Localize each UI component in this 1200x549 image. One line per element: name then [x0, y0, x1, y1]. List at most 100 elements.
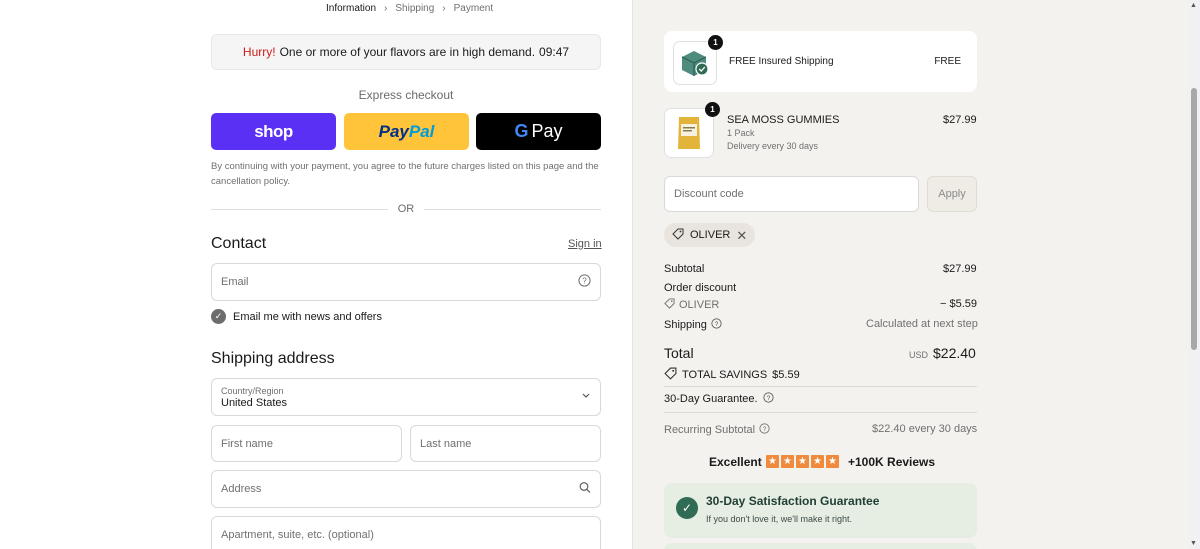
total-savings-row: TOTAL SAVINGS $5.59 — [664, 367, 800, 383]
tag-icon — [664, 367, 677, 383]
urgency-timer: 09:47 — [539, 45, 570, 59]
paypal-button[interactable]: Pay Pal — [344, 113, 469, 150]
satisfaction-title: 30-Day Satisfaction Guarantee — [706, 494, 880, 508]
payment-policy-text: By continuing with your payment, you agr… — [211, 161, 599, 187]
tag-icon — [664, 298, 675, 312]
shipping-box-icon — [681, 51, 709, 76]
discount-code-text: OLIVER — [679, 299, 720, 311]
help-circle-icon[interactable]: ? — [759, 423, 770, 437]
google-pay-button[interactable]: G Pay — [476, 113, 601, 150]
help-circle-icon[interactable]: ? — [711, 318, 722, 332]
currency-label: USD — [909, 350, 929, 360]
star-icon: ★ — [796, 455, 809, 468]
order-discount-label: Order discount — [664, 282, 737, 294]
scrollbar-thumb[interactable] — [1191, 88, 1197, 350]
gummies-pouch-icon — [678, 117, 700, 149]
star-icon: ★ — [811, 455, 824, 468]
discount-code-placeholder: Discount code — [674, 188, 744, 200]
shipping-label: Shipping — [664, 319, 707, 331]
recurring-row: Recurring Subtotal ? — [664, 423, 770, 437]
product-name: SEA MOSS GUMMIES — [727, 114, 840, 126]
subtotal-value: $27.99 — [943, 263, 977, 275]
savings-label: TOTAL SAVINGS — [682, 369, 768, 381]
svg-text:?: ? — [714, 321, 718, 328]
scroll-down-icon[interactable]: ▼ — [1190, 540, 1197, 547]
express-checkout-label: Express checkout — [358, 88, 454, 102]
country-select[interactable]: Country/Region United States — [211, 378, 601, 416]
chevron-right-icon: › — [442, 3, 446, 14]
star-icon: ★ — [781, 455, 794, 468]
svg-text:?: ? — [582, 276, 587, 285]
first-name-field[interactable]: First name — [211, 425, 402, 462]
apply-label: Apply — [938, 188, 966, 200]
quantity-badge: 1 — [708, 35, 723, 50]
first-name-placeholder: First name — [221, 437, 273, 450]
scroll-up-icon[interactable]: ▲ — [1190, 2, 1197, 9]
address-field[interactable]: Address — [211, 470, 601, 508]
breadcrumb-payment: Payment — [453, 3, 494, 14]
breadcrumb-information[interactable]: Information — [326, 3, 376, 14]
newsletter-checkbox-row[interactable]: ✓ Email me with news and offers — [211, 309, 382, 324]
product-delivery: Delivery every 30 days — [727, 141, 819, 151]
shipping-value: Calculated at next step — [866, 318, 978, 330]
applied-discount-chip: OLIVER ✕ — [664, 223, 756, 247]
breadcrumb-shipping: Shipping — [395, 3, 435, 14]
apply-discount-button[interactable]: Apply — [927, 176, 977, 212]
breadcrumb: Information › Shipping › Payment — [326, 3, 493, 14]
guarantee-label: 30-Day Guarantee. — [664, 393, 758, 405]
subtotal-label: Subtotal — [664, 263, 705, 275]
search-icon — [579, 482, 591, 497]
svg-text:?: ? — [766, 395, 770, 402]
shipping-item-price: FREE — [934, 56, 961, 67]
discount-code-input[interactable]: Discount code — [664, 176, 919, 212]
urgency-banner: Hurry! One or more of your flavors are i… — [211, 34, 601, 70]
shipping-item-name: FREE Insured Shipping — [729, 56, 834, 67]
quantity-badge: 1 — [705, 102, 720, 117]
recurring-label: Recurring Subtotal — [664, 424, 756, 436]
product-price: $27.99 — [943, 114, 977, 126]
sign-in-link[interactable]: Sign in — [568, 238, 602, 250]
discount-value: − $5.59 — [940, 298, 978, 310]
country-value: United States — [221, 396, 288, 409]
savings-value: $5.59 — [772, 369, 800, 381]
chevron-right-icon: › — [384, 3, 388, 14]
total-value: $22.40 — [933, 345, 976, 361]
close-icon[interactable]: ✕ — [736, 229, 747, 242]
shipping-row: Shipping ? — [664, 318, 722, 332]
applied-code-label: OLIVER — [690, 229, 731, 241]
help-circle-icon[interactable]: ? — [578, 274, 591, 290]
last-name-field[interactable]: Last name — [410, 425, 601, 462]
discount-code-row: OLIVER — [664, 298, 719, 312]
total-label: Total — [664, 345, 694, 361]
country-label: Country/Region — [221, 385, 284, 396]
email-field[interactable]: Email ? — [211, 263, 601, 301]
reviews-excellent: Excellent — [709, 455, 762, 469]
tag-icon — [672, 228, 684, 243]
shipping-item-card: 1 FREE Insured Shipping FREE — [664, 31, 977, 92]
divider-line — [664, 386, 977, 387]
divider-line — [424, 208, 601, 210]
apartment-placeholder: Apartment, suite, etc. (optional) — [221, 529, 374, 541]
star-icon: ★ — [826, 455, 839, 468]
divider-line — [664, 412, 977, 413]
divider-line — [211, 208, 388, 210]
svg-text:?: ? — [763, 426, 767, 433]
checkbox-checked-icon[interactable]: ✓ — [211, 309, 226, 324]
newsletter-label: Email me with news and offers — [233, 310, 382, 323]
chevron-down-icon — [581, 391, 591, 404]
product-variant: 1 Pack — [727, 128, 755, 138]
page-scrollbar[interactable]: ▲ ▼ — [1188, 0, 1200, 549]
urgency-message: One or more of your flavors are in high … — [279, 45, 536, 59]
star-icon: ★ — [766, 455, 779, 468]
apartment-field[interactable]: Apartment, suite, etc. (optional) — [211, 516, 601, 549]
or-divider: OR — [211, 203, 601, 215]
help-circle-icon[interactable]: ? — [762, 392, 774, 406]
check-badge-icon: ✓ — [676, 497, 698, 519]
rating-stars: ★ ★ ★ ★ ★ — [766, 455, 839, 468]
shop-pay-button[interactable]: shop — [211, 113, 336, 150]
last-name-placeholder: Last name — [420, 437, 472, 450]
google-pay-label: Pay — [531, 121, 563, 141]
product-thumbnail: 1 — [664, 102, 720, 158]
email-placeholder: Email — [221, 276, 249, 288]
satisfaction-guarantee-card: ✓ 30-Day Satisfaction Guarantee If you d… — [664, 483, 977, 538]
